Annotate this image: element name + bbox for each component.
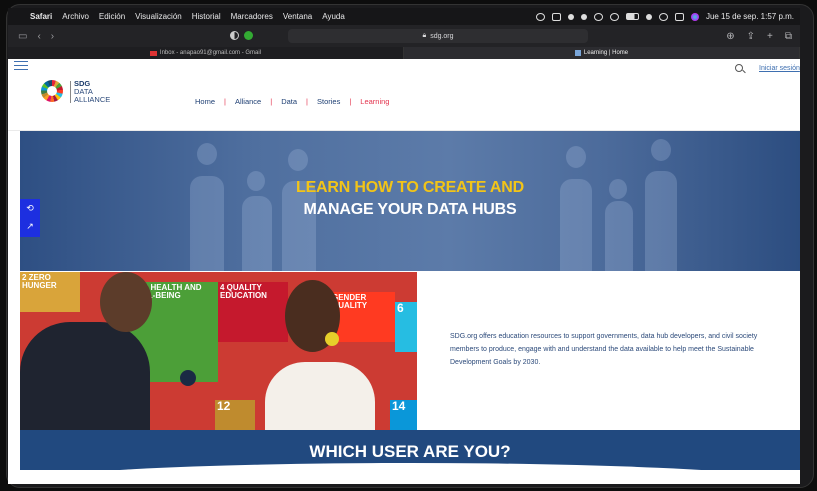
back-icon[interactable]: ‹	[37, 31, 40, 42]
microphone-icon	[180, 370, 196, 386]
webpage: Iniciar sesión SDG DATA ALLIANCE Home | …	[8, 59, 800, 484]
bluetooth-icon[interactable]	[580, 13, 587, 20]
screenshot-icon[interactable]	[551, 12, 561, 21]
gmail-icon	[149, 50, 157, 56]
hero-figure-head	[566, 146, 586, 168]
sdg-tile-12: 12	[215, 400, 255, 430]
woman-photo-subject	[265, 362, 375, 430]
battery-icon[interactable]	[625, 13, 639, 20]
toolbar-actions: ⊕ ⇪ + ⧉	[726, 25, 792, 47]
focus-icon[interactable]	[593, 12, 603, 21]
menu-archivo[interactable]: Archivo	[62, 12, 89, 21]
lock-icon: 🔒︎	[422, 32, 427, 39]
man-head	[100, 272, 152, 332]
spotlight-search-icon[interactable]	[658, 12, 668, 21]
logo-line-3: ALLIANCE	[74, 95, 111, 104]
sidebar-toggle-icon[interactable]: ▭	[18, 31, 27, 42]
intro-description: SDG.org offers education resources to su…	[450, 333, 758, 366]
sdg-tile-14: 14	[390, 400, 417, 430]
share-icon[interactable]: ⇪	[747, 31, 755, 42]
tab-overview-icon[interactable]: ⧉	[785, 31, 792, 42]
main-nav: Home | Alliance | Data | Stories | Learn…	[186, 97, 398, 106]
man-photo-subject	[20, 322, 150, 430]
address-bar[interactable]: 🔒︎ sdg.org	[288, 29, 588, 43]
login-link[interactable]: Iniciar sesión	[759, 65, 800, 72]
tab-learning[interactable]: Learning | Home	[404, 47, 800, 59]
menu-app-name[interactable]: Safari	[30, 12, 52, 21]
menu-visualizacion[interactable]: Visualización	[135, 12, 182, 21]
hamburger-menu-icon[interactable]	[14, 61, 28, 70]
tab-gmail[interactable]: Inbox - anapao91@gmail.com - Gmail	[8, 47, 404, 59]
settings-icon[interactable]	[567, 13, 574, 20]
sdg-tile-2: 2 ZERO HUNGER	[20, 272, 80, 312]
screen: Safari Archivo Edición Visualización His…	[0, 0, 817, 491]
menu-marcadores[interactable]: Marcadores	[231, 12, 273, 21]
control-center-icon[interactable]	[674, 12, 684, 21]
user-type-heading: WHICH USER ARE YOU?	[309, 442, 511, 461]
nav-data[interactable]: Data	[272, 97, 306, 106]
tab-label: Learning | Home	[583, 50, 629, 56]
microphone-icon	[325, 332, 339, 346]
forward-icon[interactable]: ›	[51, 31, 54, 42]
hero-figure-head	[288, 149, 308, 171]
nav-stories[interactable]: Stories	[308, 97, 349, 106]
logo-divider	[70, 81, 71, 103]
menu-edicion[interactable]: Edición	[99, 12, 125, 21]
extension-icon[interactable]	[244, 31, 253, 40]
privacy-report-icon[interactable]	[230, 31, 239, 40]
sdg-wheel-logo[interactable]	[41, 80, 63, 102]
nav-learning[interactable]: Learning	[351, 97, 398, 106]
sdg-tile-4: 4 QUALITY EDUCATION	[218, 282, 288, 342]
macos-menubar: Safari Archivo Edición Visualización His…	[8, 8, 800, 25]
site-header	[8, 73, 800, 131]
utility-bar: Iniciar sesión	[8, 59, 800, 73]
translate-icon[interactable]: ⟲	[25, 203, 35, 213]
tab-label: Inbox - anapao91@gmail.com - Gmail	[159, 50, 262, 56]
wifi-icon[interactable]	[645, 13, 652, 20]
new-tab-icon[interactable]: +	[767, 31, 773, 42]
hero-photo: 2 ZERO HUNGER OOD HEALTH AND WELL-BEING …	[20, 272, 417, 430]
menubar-datetime[interactable]: Jue 15 de sep. 1:57 p.m.	[706, 12, 794, 21]
tab-bar: Inbox - anapao91@gmail.com - Gmail Learn…	[8, 47, 800, 59]
sdg-tile-6: 6	[395, 302, 417, 352]
status-icons: Jue 15 de sep. 1:57 p.m.	[535, 8, 794, 25]
nav-alliance[interactable]: Alliance	[226, 97, 270, 106]
hero-title-line-2: MANAGE YOUR DATA HUBS	[303, 201, 517, 218]
hero-title-line-1: LEARN HOW TO CREATE AND	[296, 179, 524, 196]
floating-side-toolbar: ⟲ ↗	[20, 199, 40, 237]
open-external-icon[interactable]: ↗	[25, 221, 35, 231]
hero-banner: LEARN HOW TO CREATE AND MANAGE YOUR DATA…	[20, 131, 800, 271]
hero-figure-head	[197, 143, 217, 165]
url-text: sdg.org	[430, 32, 454, 40]
safari-toolbar: ▭ ‹ › 🔒︎ sdg.org ⊕ ⇪ + ⧉	[8, 25, 800, 47]
screen-record-icon[interactable]	[535, 12, 545, 21]
favicon-icon	[574, 50, 581, 56]
logo-text[interactable]: SDG DATA ALLIANCE	[74, 80, 110, 104]
siri-icon[interactable]	[690, 12, 699, 21]
hero-figure-head	[651, 139, 671, 161]
menu-ayuda[interactable]: Ayuda	[322, 12, 345, 21]
download-icon[interactable]: ⊕	[726, 31, 734, 42]
nav-home[interactable]: Home	[186, 97, 224, 106]
search-icon[interactable]	[735, 64, 743, 72]
menu-historial[interactable]: Historial	[192, 12, 221, 21]
add-icon[interactable]	[609, 12, 619, 21]
menu-ventana[interactable]: Ventana	[283, 12, 312, 21]
